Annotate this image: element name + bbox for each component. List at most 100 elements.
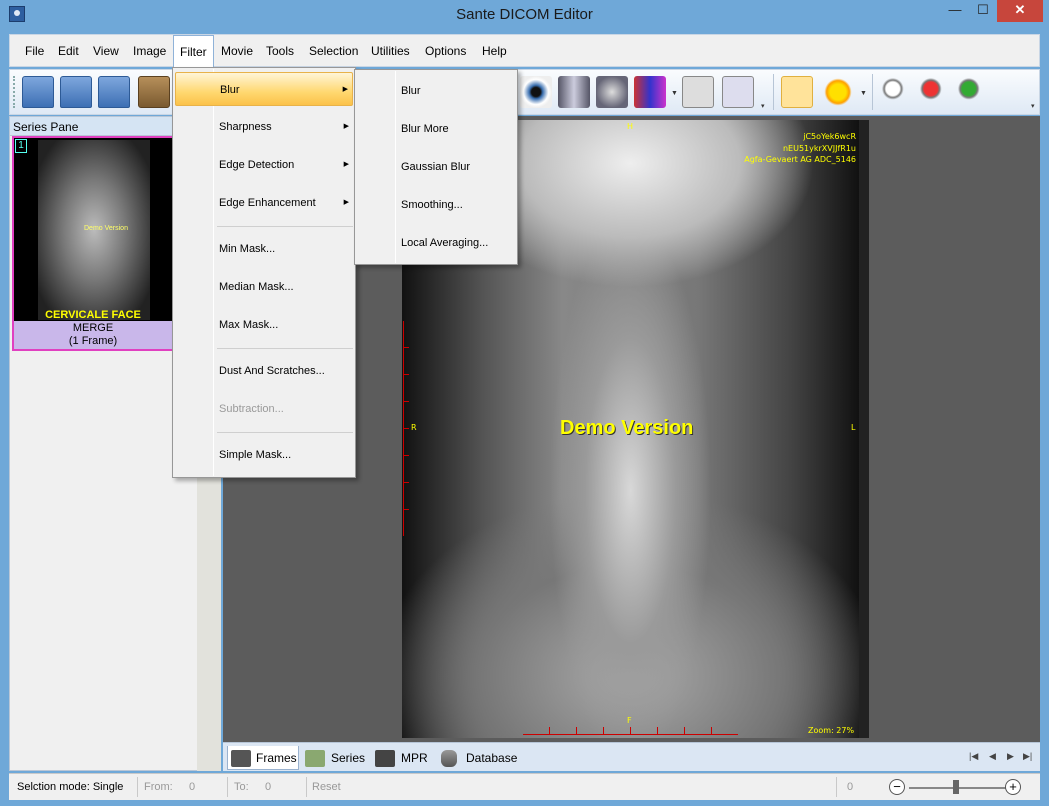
filter-item-sharpness[interactable]: Sharpness ▶	[175, 110, 353, 144]
filter-item-min-mask[interactable]: Min Mask...	[175, 232, 353, 266]
menu-file[interactable]: File	[25, 44, 44, 58]
tab-mpr[interactable]: MPR	[375, 746, 433, 770]
menu-filter[interactable]: Filter	[173, 35, 214, 68]
orientation-left: R	[411, 423, 417, 432]
prev-frame-icon[interactable]: ◀	[989, 751, 996, 762]
window-title: Sante DICOM Editor	[456, 6, 593, 23]
vertical-ruler	[403, 321, 409, 536]
print-icon[interactable]	[138, 76, 170, 108]
dicom-tag-dropdown-icon[interactable]: ▼	[671, 90, 678, 97]
first-frame-icon[interactable]: |◀	[969, 751, 978, 762]
hand-icon[interactable]	[781, 76, 813, 108]
series-thumbnail[interactable]: 1 Demo Version CERVICALE FACE MERGE (1 F…	[12, 136, 174, 351]
zoom-overlay: Zoom: 27%	[808, 726, 855, 735]
next-frame-icon[interactable]: ▶	[1007, 751, 1014, 762]
window-icon[interactable]	[682, 76, 714, 108]
status-bar: Selction mode: Single From: 0 To: 0 Rese…	[9, 773, 1040, 800]
toolbar-grip[interactable]	[13, 76, 16, 108]
minimize-button[interactable]: —	[941, 0, 969, 22]
submenu-arrow-icon: ▶	[343, 199, 349, 206]
reset-button[interactable]: Reset	[312, 781, 341, 793]
thumbnail-demo-text: Demo Version	[84, 225, 128, 232]
thumbnail-caption: MERGE (1 Frame)	[14, 321, 172, 349]
frames-icon	[231, 750, 251, 767]
overlay-line-3: Agfa-Gevaert AG ADC_5146	[744, 155, 856, 164]
from-label: From:	[144, 781, 173, 793]
chest-icon[interactable]	[558, 76, 590, 108]
orientation-bottom: F	[627, 716, 632, 725]
folder-icon[interactable]	[60, 76, 92, 108]
zoom-value: 0	[847, 781, 854, 793]
submenu-arrow-icon: ▶	[343, 123, 349, 130]
from-value: 0	[189, 781, 196, 793]
filter-item-blur[interactable]: Blur ▶	[175, 72, 353, 106]
to-value: 0	[265, 781, 272, 793]
filter-item-median-mask[interactable]: Median Mask...	[175, 270, 353, 304]
maximize-button[interactable]: ☐	[969, 0, 997, 22]
zoom-slider-thumb[interactable]	[953, 780, 959, 794]
menu-utilities[interactable]: Utilities	[371, 44, 410, 58]
close-button[interactable]: ✕	[997, 0, 1043, 22]
demo-version-label: Demo Version	[560, 417, 694, 439]
blur-item-blur[interactable]: Blur	[357, 74, 515, 108]
menu-selection[interactable]: Selection	[309, 44, 358, 58]
menu-tools[interactable]: Tools	[266, 44, 294, 58]
orientation-top: H	[627, 122, 634, 131]
menu-options[interactable]: Options	[425, 44, 466, 58]
submenu-arrow-icon: ▶	[342, 86, 348, 93]
brightness-icon[interactable]	[822, 76, 854, 108]
tab-frames[interactable]: Frames	[227, 746, 299, 770]
thumbnail-number: 1	[15, 139, 27, 153]
menu-movie[interactable]: Movie	[221, 44, 253, 58]
tab-series[interactable]: Series	[305, 746, 371, 770]
blur-item-gaussian-blur[interactable]: Gaussian Blur	[357, 150, 515, 184]
crop-icon[interactable]	[722, 76, 754, 108]
zoom-in-icon[interactable]: +	[1005, 779, 1021, 795]
tab-database[interactable]: Database	[441, 746, 521, 770]
menu-help[interactable]: Help	[482, 44, 507, 58]
selection-mode: Selction mode: Single	[17, 781, 124, 793]
dicom-tag-icon[interactable]	[634, 76, 666, 108]
last-frame-icon[interactable]: ▶|	[1023, 751, 1032, 762]
menu-view[interactable]: View	[93, 44, 119, 58]
series-name: MERGE	[72, 322, 114, 334]
menu-image[interactable]: Image	[133, 44, 166, 58]
filter-item-dust-and-scratches[interactable]: Dust And Scratches...	[175, 354, 353, 388]
blur-submenu: Blur Blur More Gaussian Blur Smoothing..…	[354, 69, 518, 265]
zoom-slider[interactable]	[909, 787, 1009, 789]
overlay-line-1: jC5oYek6wcR	[803, 132, 856, 141]
open-folder-icon[interactable]	[22, 76, 54, 108]
filter-item-simple-mask[interactable]: Simple Mask...	[175, 438, 353, 472]
menu-edit[interactable]: Edit	[58, 44, 79, 58]
eye-icon[interactable]	[520, 76, 552, 108]
title-bar: Sante DICOM Editor — ☐ ✕	[0, 0, 1049, 30]
menu-bar: File Edit View Image Filter Movie Tools …	[9, 34, 1040, 68]
filter-item-edge-detection[interactable]: Edge Detection ▶	[175, 148, 353, 182]
blur-item-blur-more[interactable]: Blur More	[357, 112, 515, 146]
blur-item-smoothing[interactable]: Smoothing...	[357, 188, 515, 222]
filter-item-max-mask[interactable]: Max Mask...	[175, 308, 353, 342]
brain-icon[interactable]	[596, 76, 628, 108]
zoom-out-icon[interactable]: −	[889, 779, 905, 795]
to-label: To:	[234, 781, 249, 793]
zoom-color-icon[interactable]	[918, 76, 950, 108]
thumbnail-face-label: CERVICALE FACE	[45, 309, 141, 321]
blur-item-local-averaging[interactable]: Local Averaging...	[357, 226, 515, 260]
toolbar-overflow-icon-2[interactable]: ▾	[1031, 102, 1037, 110]
submenu-arrow-icon: ▶	[343, 161, 349, 168]
brightness-dropdown-icon[interactable]: ▼	[860, 90, 867, 97]
series-icon	[305, 750, 325, 767]
mpr-icon	[375, 750, 395, 767]
toolbar: ▼ ▾ ▼ ▾	[9, 69, 1040, 115]
filter-item-subtraction: Subtraction...	[219, 403, 284, 415]
zoom-icon[interactable]	[880, 76, 912, 108]
filter-menu: Blur ▶ Sharpness ▶ Edge Detection ▶ Edge En…	[172, 67, 356, 478]
zoom-arrow-icon[interactable]	[956, 76, 988, 108]
database-icon	[441, 750, 457, 767]
save-folder-icon[interactable]	[98, 76, 130, 108]
toolbar-overflow-icon[interactable]: ▾	[761, 102, 767, 110]
series-frames: (1 Frame)	[68, 335, 118, 347]
orientation-right: L	[851, 423, 856, 432]
horizontal-ruler	[523, 727, 738, 735]
filter-item-edge-enhancement[interactable]: Edge Enhancement ▶	[175, 186, 353, 220]
